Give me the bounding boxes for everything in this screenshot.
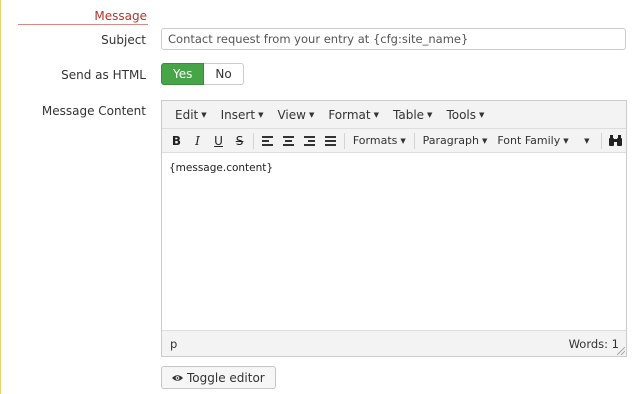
- resize-handle-icon[interactable]: [617, 347, 625, 355]
- menu-view[interactable]: View ▼: [270, 108, 321, 122]
- send-as-html-yes-button[interactable]: Yes: [161, 63, 205, 85]
- align-justify-button[interactable]: [320, 130, 341, 152]
- menu-format-label: Format: [328, 107, 371, 122]
- find-replace-button[interactable]: [605, 130, 626, 152]
- caret-down-icon: ▼: [201, 111, 207, 119]
- toggle-editor-button[interactable]: Toggle editor: [161, 366, 276, 389]
- section-divider: [18, 24, 148, 25]
- paragraph-dropdown[interactable]: Paragraph ▼: [418, 134, 493, 147]
- editor-toolbar: B I U S Formats ▼ Paragraph ▼ Font Family ▼…: [162, 129, 626, 153]
- align-justify-icon: [324, 135, 336, 146]
- binoculars-icon: [609, 135, 623, 146]
- font-family-label: Font Family: [497, 134, 561, 147]
- editor-menubar: Edit ▼ Insert ▼ View ▼ Format ▼ Table ▼ Tools…: [162, 101, 626, 129]
- menu-tools[interactable]: Tools ▼: [439, 108, 491, 122]
- toolbar-separator: [601, 132, 603, 149]
- caret-down-icon: ▼: [373, 111, 380, 119]
- font-size-dropdown[interactable]: ▼: [572, 137, 598, 145]
- caret-down-icon: ▼: [584, 136, 590, 145]
- strikethrough-button[interactable]: S: [229, 130, 250, 152]
- caret-down-icon: ▼: [427, 111, 433, 119]
- send-as-html-label: Send as HTML: [61, 68, 146, 82]
- message-content-label: Message Content: [41, 104, 146, 118]
- caret-down-icon: ▼: [481, 136, 488, 145]
- menu-insert[interactable]: Insert ▼: [214, 108, 271, 122]
- menu-table[interactable]: Table ▼: [386, 108, 439, 122]
- eye-icon: [172, 374, 183, 381]
- align-right-button[interactable]: [299, 130, 320, 152]
- caret-down-icon: ▼: [563, 136, 569, 145]
- subject-input[interactable]: [161, 28, 626, 50]
- editor-statusbar: p Words: 1: [162, 330, 626, 356]
- toolbar-separator: [344, 132, 345, 149]
- align-left-button[interactable]: [257, 130, 278, 152]
- caret-down-icon: ▼: [308, 111, 315, 119]
- menu-view-label: View: [277, 107, 306, 122]
- caret-down-icon: ▼: [258, 111, 264, 119]
- toolbar-separator: [253, 132, 254, 149]
- editor-content-text: {message.content}: [169, 162, 274, 174]
- caret-down-icon: ▼: [400, 136, 406, 145]
- word-count: Words: 1: [568, 336, 619, 351]
- menu-tools-label: Tools: [446, 107, 476, 122]
- rich-text-editor: Edit ▼ Insert ▼ View ▼ Format ▼ Table ▼ Tools…: [161, 100, 627, 357]
- send-as-html-toggle: Yes No: [161, 63, 244, 85]
- menu-format[interactable]: Format ▼: [321, 108, 386, 122]
- editor-content-area[interactable]: {message.content}: [162, 153, 626, 330]
- underline-button[interactable]: U: [208, 130, 229, 152]
- align-right-icon: [303, 135, 315, 146]
- caret-down-icon: ▼: [479, 111, 485, 119]
- menu-edit[interactable]: Edit ▼: [168, 108, 214, 122]
- paragraph-label: Paragraph: [422, 134, 479, 147]
- send-as-html-no-button[interactable]: No: [204, 63, 244, 85]
- element-path[interactable]: p: [170, 337, 177, 351]
- section-title: Message: [94, 9, 147, 23]
- italic-button[interactable]: I: [187, 130, 208, 152]
- left-border-line: [0, 0, 1, 394]
- formats-label: Formats: [352, 134, 398, 147]
- subject-label: Subject: [101, 33, 146, 47]
- menu-table-label: Table: [393, 107, 425, 122]
- align-center-icon: [282, 135, 294, 146]
- align-center-button[interactable]: [278, 130, 299, 152]
- toggle-editor-label: Toggle editor: [187, 370, 265, 385]
- align-left-icon: [261, 135, 273, 146]
- bold-button[interactable]: B: [166, 130, 187, 152]
- formats-dropdown[interactable]: Formats ▼: [348, 134, 411, 147]
- toolbar-separator: [413, 132, 415, 149]
- font-family-dropdown[interactable]: Font Family ▼: [492, 134, 572, 147]
- menu-edit-label: Edit: [175, 107, 199, 122]
- menu-insert-label: Insert: [220, 107, 256, 122]
